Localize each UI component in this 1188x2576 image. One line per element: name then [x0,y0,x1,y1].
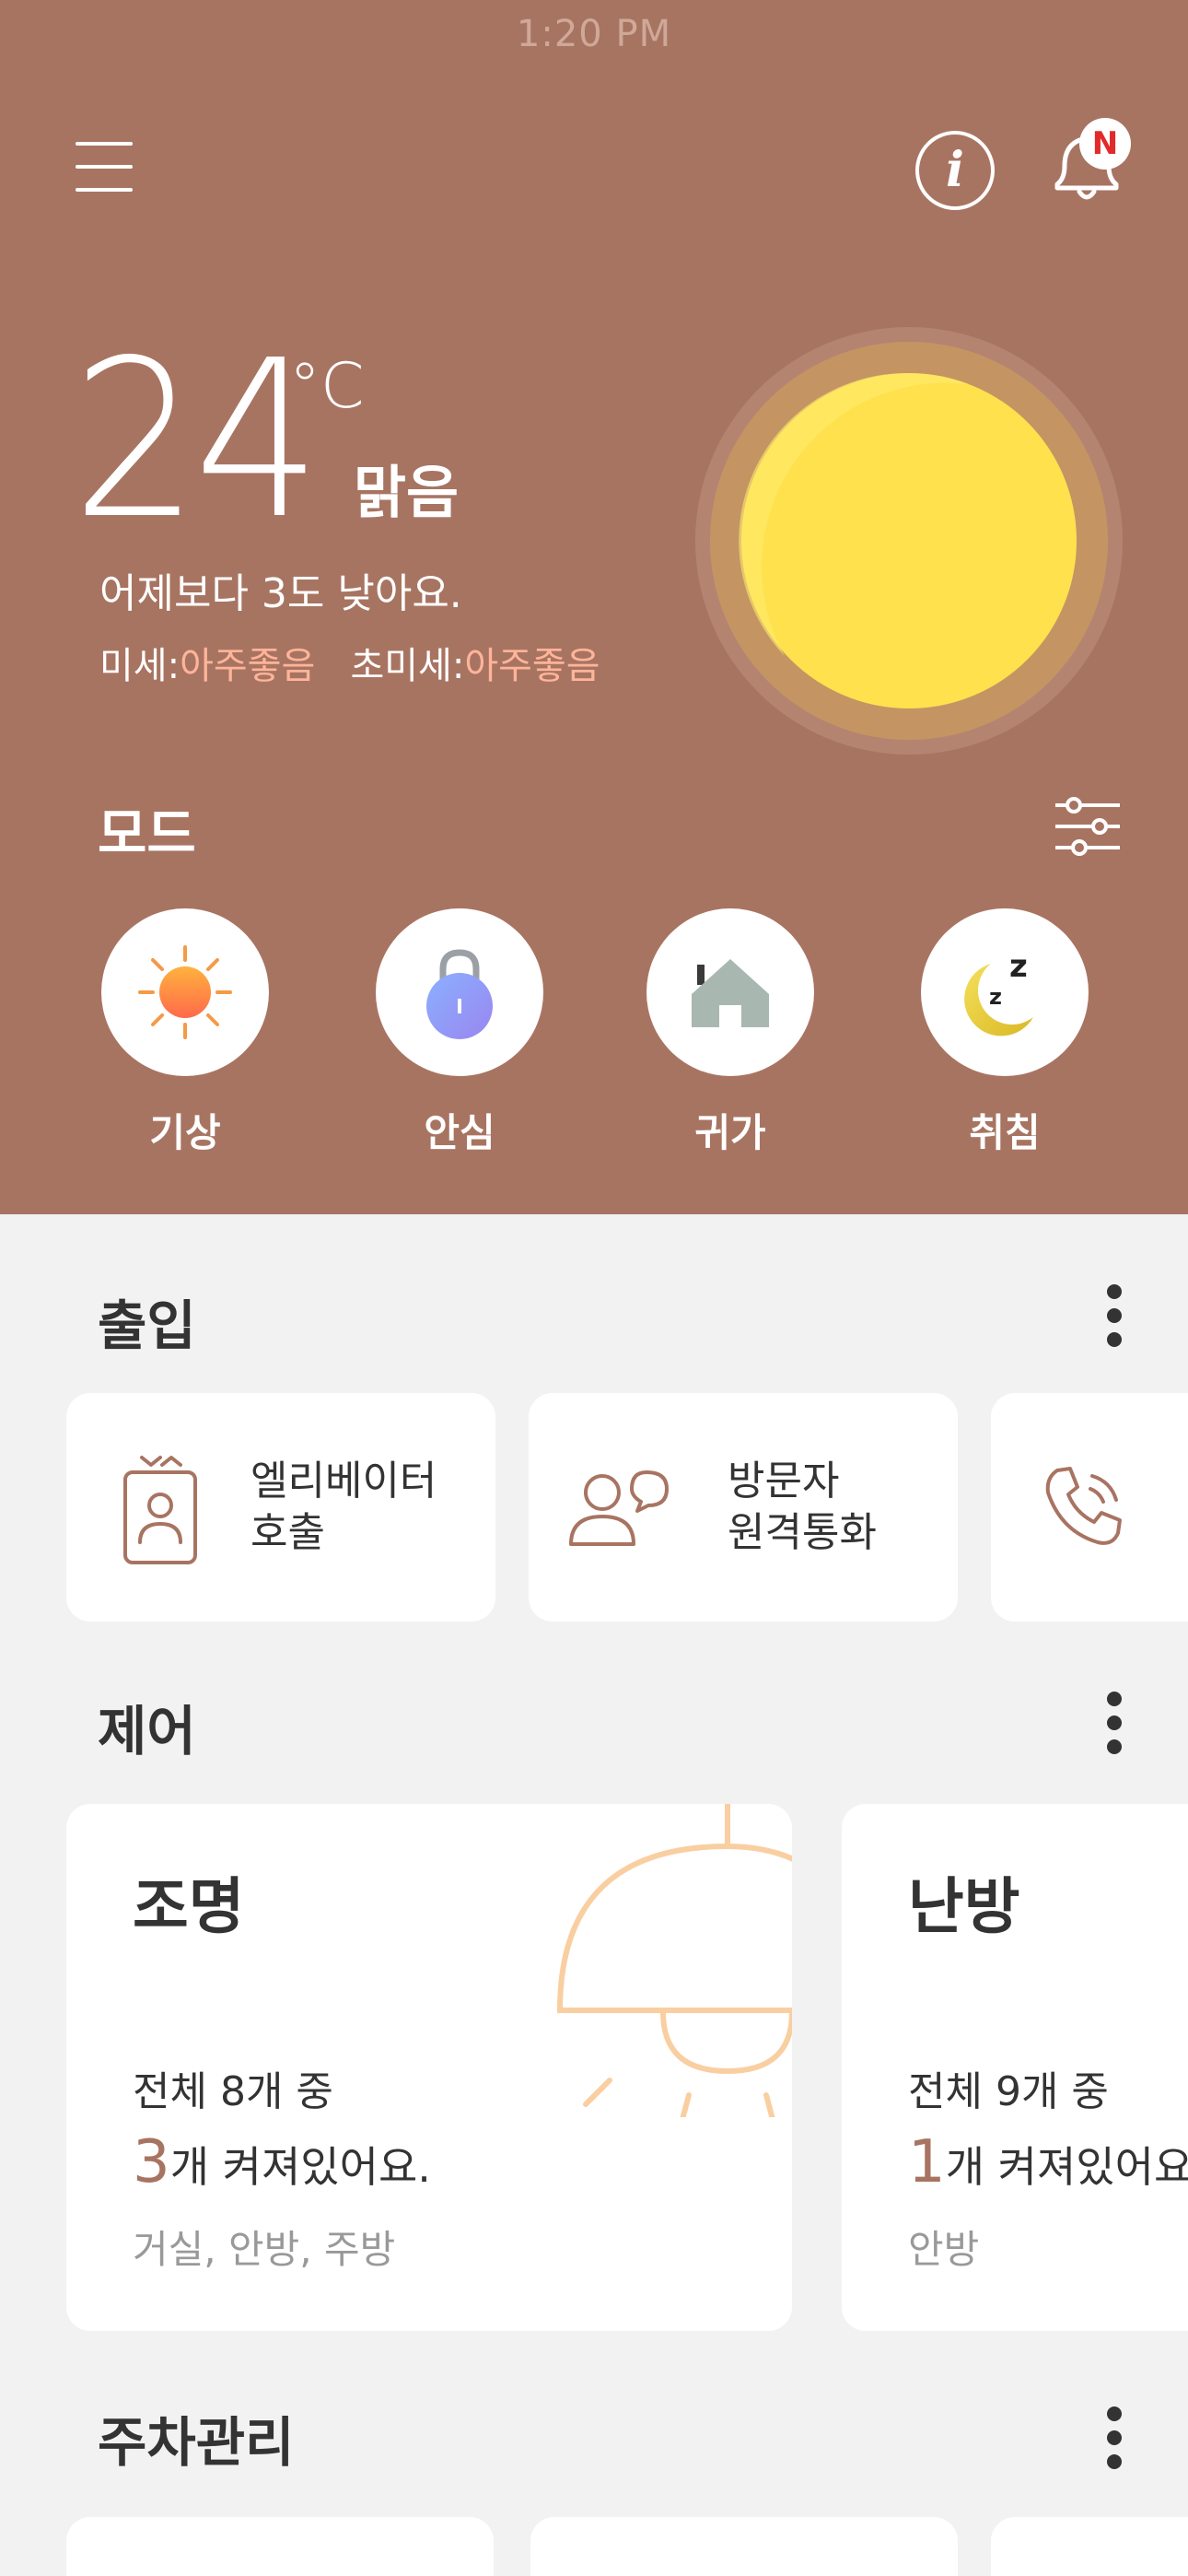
svg-text:z: z [1009,948,1028,985]
weather-hero: 1:20 PM i N 24 °C 맑음 어제보다 3도 낮아요. 미세:아주좋… [0,0,1188,1214]
mode-settings-icon[interactable] [1054,796,1122,857]
parking-card-3[interactable] [991,2517,1188,2576]
ultrafine-dust-value: 아주좋음 [464,645,600,687]
elevator-icon [123,1456,197,1564]
mode-secure[interactable]: 안심 [376,908,543,1158]
svg-text:z: z [989,984,1002,1010]
phone-call-icon [1045,1467,1122,1545]
temperature-unit: °C [289,350,365,423]
access-section-title: 출입 [98,1294,196,1357]
mode-label: 취침 [969,1110,1041,1155]
sun-icon [695,327,1123,755]
heating-rooms: 안방 [908,2227,980,2272]
status-bar-time: 1:20 PM [516,13,672,55]
temperature-value: 24 [72,313,321,567]
lighting-card[interactable]: 조명 전체 8개 중 3개 켜져있어요. 거실, 안방, 주방 [66,1804,792,2331]
temperature-comparison: 어제보다 3도 낮아요. [99,570,462,617]
heating-total: 전체 9개 중 [908,2068,1109,2115]
fine-dust-label: 미세: [99,645,181,687]
visitor-call-line1: 방문자 [728,1458,840,1505]
mode-home[interactable]: 귀가 [646,908,814,1158]
visitor-call-card[interactable]: 방문자 원격통화 [529,1393,958,1622]
parking-section-title: 주차관리 [98,2411,295,2474]
access-more-button[interactable] [1096,1279,1133,1352]
mode-section-title: 모드 [98,802,196,865]
lighting-on-count: 3 [133,2128,170,2196]
heating-card[interactable]: 난방 전체 9개 중 1개 켜져있어요. 안방 [842,1804,1188,2331]
mode-label: 기상 [149,1110,221,1155]
lamp-icon [556,1804,792,2117]
visitor-call-icon [569,1470,669,1546]
menu-button[interactable] [76,138,133,195]
lighting-on-text: 개 켜져있어요. [169,2142,431,2192]
sunrise-icon [138,945,232,1039]
notification-badge: N [1079,118,1131,170]
heating-on-text: 개 켜져있어요. [945,2142,1188,2192]
parking-card-2[interactable] [530,2517,958,2576]
house-icon [692,959,769,1027]
elevator-call-line1: 엘리베이터 [250,1458,437,1505]
mode-label: 안심 [424,1110,495,1155]
ultrafine-dust-label: 초미세: [350,645,465,687]
moon-sleep-icon: z z [964,948,1033,1036]
elevator-call-line2: 호출 [250,1509,325,1556]
heating-title: 난방 [908,1871,1020,1942]
weather-condition: 맑음 [354,459,460,526]
lighting-rooms: 거실, 안방, 주방 [133,2227,396,2272]
lighting-title: 조명 [133,1871,245,1942]
parking-card-1[interactable] [66,2517,494,2576]
dust-info: 미세:아주좋음 초미세:아주좋음 [99,636,600,689]
lighting-status: 3개 켜져있어요. [133,2128,431,2196]
control-section-title: 제어 [98,1700,196,1762]
lock-icon [426,949,493,1039]
phone-call-card[interactable] [991,1393,1188,1622]
info-button[interactable]: i [915,131,995,210]
visitor-call-line2: 원격통화 [728,1509,877,1556]
heating-status: 1개 켜져있어요. [908,2128,1188,2196]
heating-on-count: 1 [908,2128,946,2196]
fine-dust-value: 아주좋음 [180,645,316,687]
elevator-call-label: 엘리베이터 호출 [250,1456,437,1559]
visitor-call-label: 방문자 원격통화 [728,1456,877,1559]
elevator-call-card[interactable]: 엘리베이터 호출 [66,1393,495,1622]
mode-sleep[interactable]: z z 취침 [921,908,1089,1158]
mode-label: 귀가 [694,1110,766,1155]
mode-wake-up[interactable]: 기상 [101,908,269,1158]
lighting-total: 전체 8개 중 [133,2068,333,2115]
control-more-button[interactable] [1096,1686,1133,1760]
parking-more-button[interactable] [1096,2401,1133,2475]
